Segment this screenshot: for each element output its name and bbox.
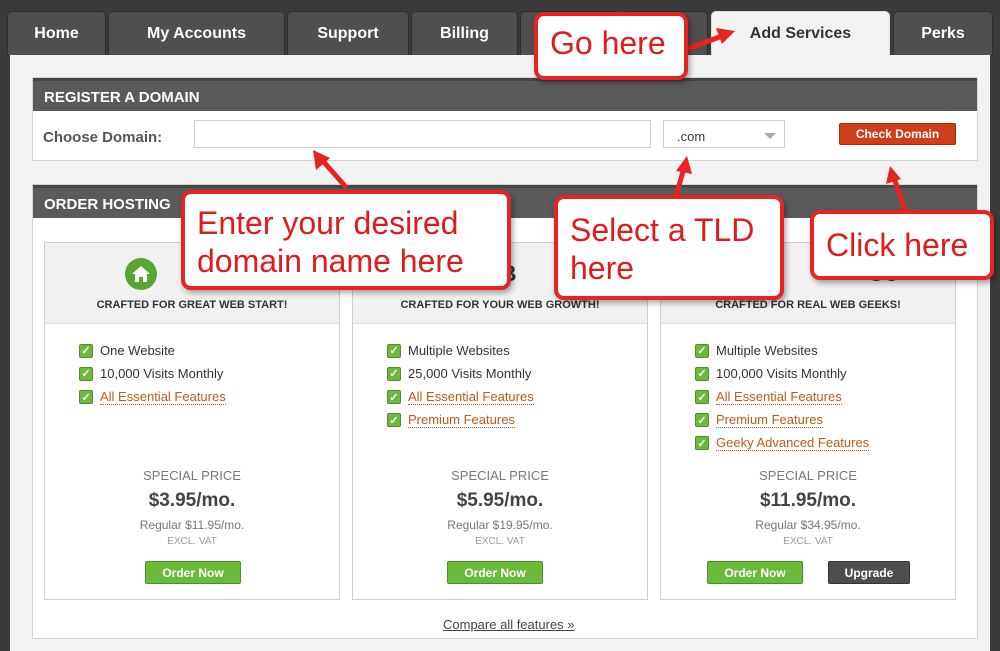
arrow-head	[676, 156, 692, 174]
arrow-to-domain-input	[319, 157, 348, 189]
callout-click-here: Click here	[810, 210, 994, 280]
callout-select-tld: Select a TLD here	[554, 195, 784, 300]
arrow-to-check-domain	[891, 175, 909, 215]
callout-go-here: Go here	[534, 12, 688, 80]
arrow-head	[886, 166, 901, 184]
callout-enter-domain: Enter your desired domain name here	[181, 190, 511, 290]
annotation-arrows	[313, 28, 909, 215]
arrow-to-add-services	[687, 33, 725, 51]
